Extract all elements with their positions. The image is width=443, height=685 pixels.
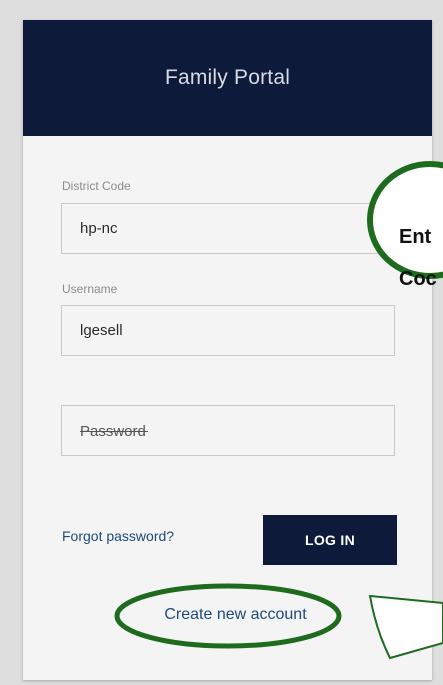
portal-header: Family Portal xyxy=(23,20,432,136)
district-code-label: District Code xyxy=(62,179,131,193)
portal-title: Family Portal xyxy=(164,66,291,89)
username-field[interactable] xyxy=(61,305,395,356)
login-button[interactable]: LOG IN xyxy=(263,515,397,565)
password-field[interactable] xyxy=(61,405,395,456)
district-code-field[interactable] xyxy=(61,203,395,254)
callout-text-line-1: Ent xyxy=(399,226,432,248)
forgot-password-link[interactable]: Forgot password? xyxy=(62,528,174,544)
callout-text-line-2: Coc xyxy=(399,268,437,290)
create-account-label: Create new account xyxy=(164,606,307,623)
username-label: Username xyxy=(62,282,118,296)
create-account-link[interactable]: Create new account xyxy=(0,606,443,624)
